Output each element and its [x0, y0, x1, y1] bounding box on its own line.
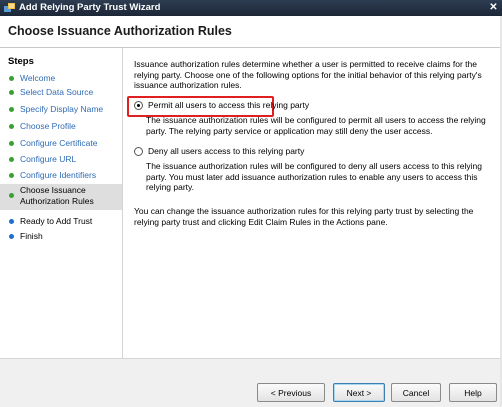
- step-configure-certificate[interactable]: Configure Certificate: [0, 138, 122, 150]
- step-select-data-source[interactable]: Select Data Source: [0, 87, 122, 99]
- next-button[interactable]: Next >: [333, 383, 385, 402]
- step-complete-icon: [9, 76, 14, 81]
- step-label: Configure URL: [20, 154, 77, 164]
- radio-deny-label[interactable]: Deny all users access to this relying pa…: [148, 146, 304, 156]
- step-label: Configure Identifiers: [20, 170, 97, 180]
- wizard-app-icon: [4, 3, 15, 12]
- step-complete-icon: [9, 173, 14, 178]
- radio-permit-label[interactable]: Permit all users to access this relying …: [148, 100, 309, 110]
- step-complete-icon: [9, 141, 14, 146]
- page-header: Choose Issuance Authorization Rules: [0, 16, 502, 48]
- deny-description: The issuance authorization rules will be…: [146, 161, 482, 192]
- step-complete-icon: [9, 157, 14, 162]
- step-complete-icon: [9, 124, 14, 129]
- step-choose-issuance-authorization-rules: Choose Issuance Authorization Rules: [0, 184, 122, 210]
- step-label: Select Data Source: [20, 87, 94, 97]
- cancel-button[interactable]: Cancel: [391, 383, 441, 402]
- step-label: Ready to Add Trust: [20, 216, 93, 226]
- radio-unselected-icon[interactable]: [134, 147, 143, 157]
- steps-panel: Steps Welcome Select Data Source Specify…: [0, 48, 123, 358]
- step-current-icon: [9, 193, 14, 198]
- previous-button[interactable]: < Previous: [257, 383, 325, 402]
- window-title: Add Relying Party Trust Wizard: [19, 2, 161, 13]
- edit-rules-note: You can change the issuance authorizatio…: [134, 206, 474, 227]
- step-specify-display-name[interactable]: Specify Display Name: [0, 104, 122, 116]
- radio-selected-icon[interactable]: [134, 101, 143, 111]
- step-label: Finish: [20, 231, 43, 241]
- step-configure-identifiers[interactable]: Configure Identifiers: [0, 170, 122, 182]
- step-choose-profile[interactable]: Choose Profile: [0, 121, 122, 133]
- intro-text: Issuance authorization rules determine w…: [134, 59, 482, 90]
- step-label: Welcome: [20, 73, 56, 83]
- radio-deny-all-users[interactable]: Deny all users access to this relying pa…: [134, 145, 304, 157]
- step-complete-icon: [9, 107, 14, 112]
- help-button[interactable]: Help: [449, 383, 497, 402]
- step-configure-url[interactable]: Configure URL: [0, 154, 122, 166]
- radio-permit-all-users[interactable]: Permit all users to access this relying …: [134, 99, 309, 111]
- steps-title: Steps: [8, 56, 34, 67]
- permit-description: The issuance authorization rules will be…: [146, 115, 486, 136]
- page-title: Choose Issuance Authorization Rules: [8, 24, 232, 38]
- step-label: Configure Certificate: [20, 138, 98, 148]
- step-label: Specify Display Name: [20, 104, 104, 114]
- step-complete-icon: [9, 90, 14, 95]
- step-pending-icon: [9, 234, 14, 239]
- title-bar: Add Relying Party Trust Wizard ✕: [0, 0, 502, 16]
- step-pending-icon: [9, 219, 14, 224]
- step-label: Choose Profile: [20, 121, 76, 131]
- close-icon[interactable]: ✕: [488, 3, 499, 13]
- step-ready-to-add-trust: Ready to Add Trust: [0, 216, 122, 228]
- step-finish: Finish: [0, 231, 122, 243]
- wizard-footer: < Previous Next > Cancel Help: [0, 358, 502, 407]
- step-welcome[interactable]: Welcome: [0, 73, 122, 85]
- step-label: Choose Issuance Authorization Rules: [20, 185, 94, 206]
